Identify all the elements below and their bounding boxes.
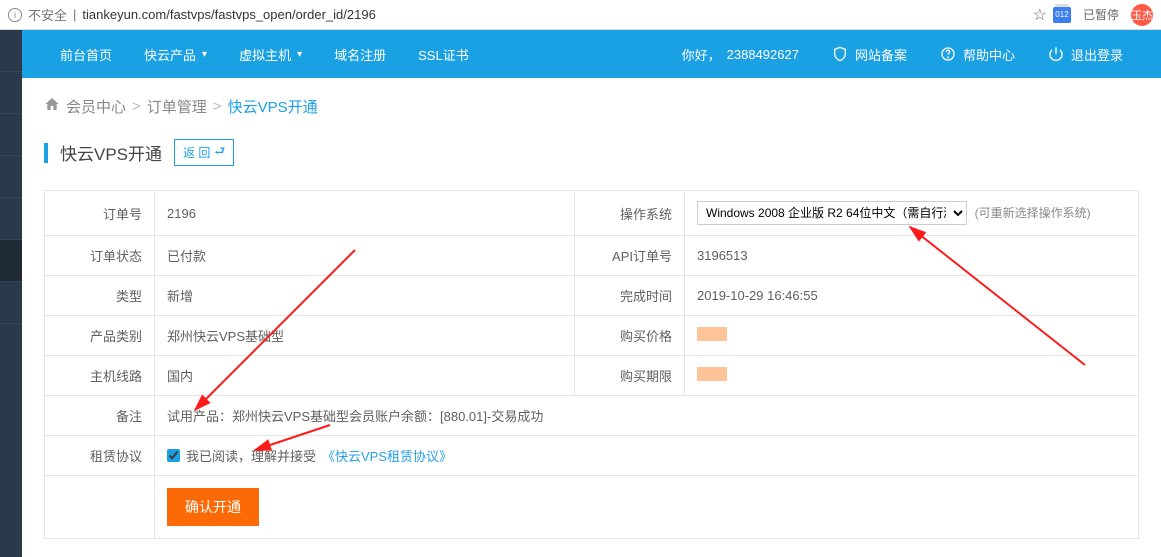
breadcrumb-sep: > <box>132 98 141 115</box>
nav-label: 域名注册 <box>334 45 386 64</box>
nav-domain[interactable]: 域名注册 <box>318 30 402 78</box>
nav-ssl[interactable]: SSL证书 <box>402 30 485 78</box>
confirm-open-button[interactable]: 确认开通 <box>167 488 259 526</box>
breadcrumb-home[interactable]: 会员中心 <box>66 96 126 117</box>
label-agreement: 租赁协议 <box>45 436 155 476</box>
side-slot[interactable] <box>0 156 22 198</box>
insecure-label: 不安全 <box>28 5 67 24</box>
info-icon: i <box>8 8 22 22</box>
value-period <box>685 356 1139 396</box>
value-prod-cat: 郑州快云VPS基础型 <box>155 316 575 356</box>
chevron-down-icon: ▾ <box>202 49 207 60</box>
chevron-down-icon: ▾ <box>297 49 302 60</box>
nav-label: 虚拟主机 <box>239 45 291 64</box>
label-empty <box>45 476 155 539</box>
home-icon <box>44 96 60 117</box>
browser-address-bar: i 不安全 | tiankeyun.com/fastvps/fastvps_op… <box>0 0 1161 30</box>
label-period: 购买期限 <box>575 356 685 396</box>
side-slot[interactable] <box>0 240 22 282</box>
redacted-block <box>697 367 727 381</box>
bookmark-star-icon[interactable]: ☆ <box>1033 5 1047 25</box>
calendar-badge-icon[interactable]: 012 <box>1053 7 1071 23</box>
paused-label[interactable]: 已暂停 <box>1077 4 1125 25</box>
nav-label: SSL证书 <box>418 45 469 64</box>
nav-home[interactable]: 前台首页 <box>44 30 128 78</box>
value-done-time: 2019-10-29 16:46:55 <box>685 276 1139 316</box>
label-order-id: 订单号 <box>45 191 155 236</box>
power-icon <box>1047 45 1065 63</box>
label-route: 主机线路 <box>45 356 155 396</box>
nav-label: 帮助中心 <box>963 45 1015 64</box>
nav-label: 前台首页 <box>60 45 112 64</box>
nav-logout[interactable]: 退出登录 <box>1031 30 1139 78</box>
breadcrumb: 会员中心 > 订单管理 > 快云VPS开通 <box>44 96 1139 117</box>
breadcrumb-sep: > <box>213 98 222 115</box>
order-table: 订单号 2196 操作系统 Windows 2008 企业版 R2 64位中文（… <box>44 190 1139 539</box>
value-route: 国内 <box>155 356 575 396</box>
label-api-id: API订单号 <box>575 236 685 276</box>
cell-agreement: 我已阅读，理解并接受 《快云VPS租赁协议》 <box>155 436 1139 476</box>
left-side-strip <box>0 30 22 557</box>
page-title: 快云VPS开通 <box>60 140 162 165</box>
value-remark: 试用产品：郑州快云VPS基础型会员账户余额：[880.01]-交易成功 <box>155 396 1139 436</box>
nav-greeting[interactable]: 你好， 2388492627 <box>666 30 815 78</box>
label-type: 类型 <box>45 276 155 316</box>
agree-checkbox[interactable] <box>167 449 180 462</box>
os-hint: (可重新选择操作系统) <box>975 206 1091 220</box>
username: 2388492627 <box>727 47 799 62</box>
cell-actions: 确认开通 <box>155 476 1139 539</box>
value-order-id: 2196 <box>155 191 575 236</box>
agree-text: 我已阅读，理解并接受 <box>186 446 316 465</box>
side-slot[interactable] <box>0 198 22 240</box>
nav-fastcloud[interactable]: 快云产品 ▾ <box>128 30 223 78</box>
top-nav: 前台首页 快云产品 ▾ 虚拟主机 ▾ 域名注册 SSL证书 你好， 238849262… <box>22 30 1161 78</box>
nav-help[interactable]: 帮助中心 <box>923 30 1031 78</box>
agreement-link[interactable]: 《快云VPS租赁协议》 <box>322 446 452 465</box>
url-separator: | <box>73 7 76 22</box>
value-type: 新增 <box>155 276 575 316</box>
back-label: 返 回 <box>183 144 210 161</box>
nav-label: 网站备案 <box>855 45 907 64</box>
breadcrumb-current: 快云VPS开通 <box>228 96 318 117</box>
cell-os: Windows 2008 企业版 R2 64位中文（需自行激活） (可重新选择操… <box>685 191 1139 236</box>
side-slot[interactable] <box>0 30 22 72</box>
value-api-id: 3196513 <box>685 236 1139 276</box>
value-price <box>685 316 1139 356</box>
greet-prefix: 你好， <box>682 45 721 64</box>
label-os: 操作系统 <box>575 191 685 236</box>
breadcrumb-orders[interactable]: 订单管理 <box>147 96 207 117</box>
side-slot[interactable] <box>0 282 22 324</box>
title-bar-accent <box>44 143 48 163</box>
label-price: 购买价格 <box>575 316 685 356</box>
redacted-block <box>697 327 727 341</box>
nav-beian[interactable]: 网站备案 <box>815 30 923 78</box>
side-slot[interactable] <box>0 72 22 114</box>
nav-vhost[interactable]: 虚拟主机 ▾ <box>223 30 318 78</box>
label-done-time: 完成时间 <box>575 276 685 316</box>
nav-label: 退出登录 <box>1071 45 1123 64</box>
shield-icon <box>831 45 849 63</box>
help-icon <box>939 45 957 63</box>
profile-avatar[interactable]: 玉杰 <box>1131 4 1153 26</box>
label-status: 订单状态 <box>45 236 155 276</box>
label-remark: 备注 <box>45 396 155 436</box>
value-status: 已付款 <box>155 236 575 276</box>
return-arrow-icon: ⮐ <box>214 142 225 163</box>
url-text: tiankeyun.com/fastvps/fastvps_open/order… <box>82 7 375 22</box>
label-prod-cat: 产品类别 <box>45 316 155 356</box>
back-button[interactable]: 返 回 ⮐ <box>174 139 234 166</box>
os-select[interactable]: Windows 2008 企业版 R2 64位中文（需自行激活） <box>697 201 967 225</box>
side-slot[interactable] <box>0 114 22 156</box>
nav-label: 快云产品 <box>144 45 196 64</box>
